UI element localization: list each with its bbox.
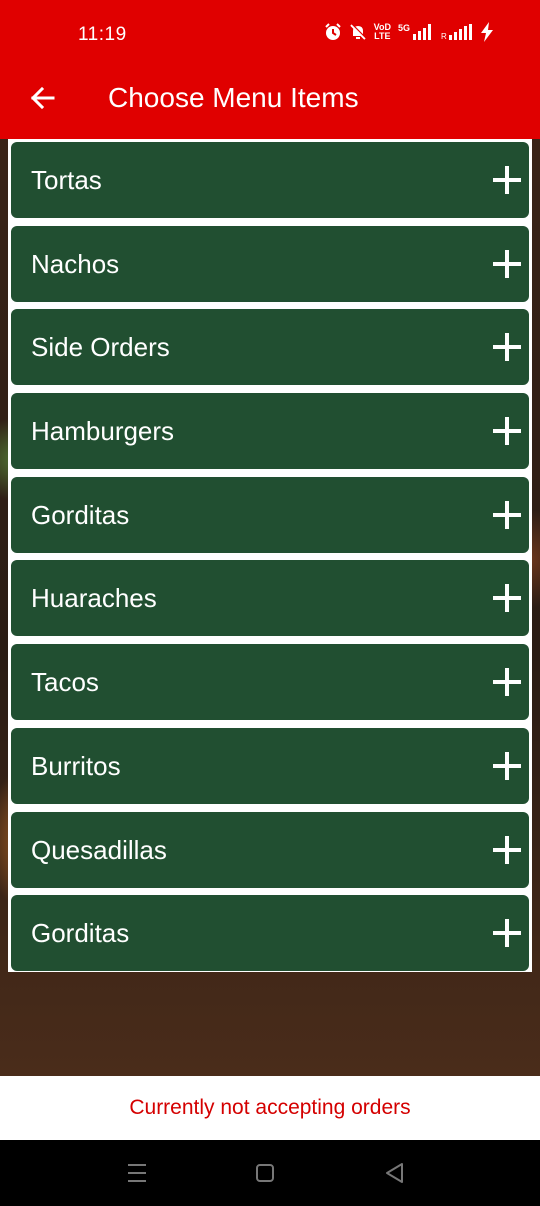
plus-icon[interactable] [493, 417, 521, 446]
menu-category-gorditas-2[interactable]: Gorditas [11, 895, 529, 972]
menu-category-label: Tortas [31, 165, 102, 195]
plus-icon[interactable] [493, 249, 521, 278]
menu-category-label: Gorditas [31, 918, 130, 949]
menu-panel: Tortas Nachos Side Orders Hamburgers Gor… [8, 139, 532, 972]
menu-category-quesadillas[interactable]: Quesadillas [11, 811, 529, 888]
alarm-clock-icon [324, 23, 341, 40]
status-time: 11:19 [78, 24, 127, 45]
menu-category-label: Tacos [31, 667, 99, 698]
back-button[interactable] [22, 78, 62, 118]
menu-category-tacos[interactable]: Tacos [11, 644, 529, 721]
plus-icon[interactable] [493, 584, 521, 613]
bell-muted-icon [349, 23, 367, 40]
plus-icon[interactable] [493, 333, 521, 362]
menu-lines-icon[interactable] [124, 1160, 150, 1186]
plus-icon[interactable] [493, 919, 521, 948]
menu-category-label: Quesadillas [31, 834, 167, 865]
plus-icon[interactable] [493, 835, 521, 864]
arrow-left-icon [30, 86, 55, 110]
vod-lte-label: VoD LTE [373, 22, 391, 41]
back-triangle-icon[interactable] [382, 1160, 408, 1186]
menu-category-label: Burritos [31, 750, 121, 781]
plus-icon[interactable] [493, 166, 521, 194]
plus-icon[interactable] [493, 751, 521, 780]
status-icons: VoD LTE 5G R [324, 22, 494, 42]
page-title: Choose Menu Items [108, 82, 359, 113]
menu-category-burritos[interactable]: Burritos [11, 727, 529, 804]
menu-category-label: Gorditas [31, 499, 130, 530]
status-bar: 11:19 VoD LTE 5G R [0, 0, 540, 64]
menu-category-label: Hamburgers [31, 416, 175, 447]
svg-text:R: R [441, 32, 447, 40]
app-bar: Choose Menu Items [0, 64, 540, 139]
plus-icon[interactable] [493, 500, 521, 529]
menu-category-nachos[interactable]: Nachos [11, 225, 529, 302]
menu-category-side-orders[interactable]: Side Orders [11, 309, 529, 386]
menu-category-tortas[interactable]: Tortas [11, 142, 529, 218]
menu-category-huaraches[interactable]: Huaraches [11, 560, 529, 637]
signal-5g-icon: 5G [398, 24, 434, 40]
charging-bolt-icon [481, 22, 493, 42]
menu-category-label: Side Orders [31, 332, 170, 363]
order-status-banner: Currently not accepting orders [0, 1076, 540, 1140]
signal-strength-icon: R [441, 24, 472, 40]
menu-category-label: Huaraches [31, 583, 157, 614]
menu-category-gorditas[interactable]: Gorditas [11, 476, 529, 553]
system-nav-bar [0, 1140, 540, 1206]
home-square-icon[interactable] [252, 1160, 278, 1186]
menu-category-label: Nachos [31, 248, 120, 279]
plus-icon[interactable] [493, 668, 521, 697]
menu-list: Tortas Nachos Side Orders Hamburgers Gor… [11, 142, 529, 979]
order-status-text: Currently not accepting orders [129, 1096, 411, 1119]
menu-category-hamburgers[interactable]: Hamburgers [11, 393, 529, 470]
